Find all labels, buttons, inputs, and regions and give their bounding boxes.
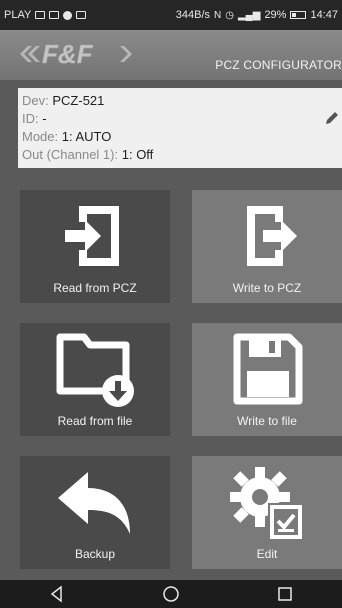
id-row: ID: - — [22, 110, 342, 128]
write-to-pcz-label: Write to PCZ — [232, 281, 302, 295]
folder-download-icon — [56, 333, 134, 407]
backup-button[interactable]: Backup — [20, 456, 170, 569]
mode-label: Mode: — [22, 129, 59, 144]
logo-text: F&F — [42, 39, 94, 69]
read-from-pcz-button[interactable]: Read from PCZ — [20, 190, 170, 303]
device-info-panel: Dev: PCZ-521 ID: - Mode: 1: AUTO Out (Ch… — [18, 88, 342, 168]
home-icon[interactable] — [162, 585, 180, 603]
output-value: 1: Off — [121, 147, 154, 162]
alarm-icon: ◷ — [225, 9, 234, 21]
floppy-disk-icon — [233, 333, 303, 405]
brand-logo: F&F — [18, 38, 138, 70]
notification-icon — [35, 11, 46, 19]
recents-icon[interactable] — [276, 585, 294, 603]
import-icon — [65, 206, 119, 266]
edit-label: Edit — [256, 547, 278, 561]
signal-icon: ▂▄▆ — [237, 9, 261, 21]
message-icon — [49, 11, 60, 19]
edit-button[interactable]: Edit — [192, 456, 342, 569]
mode-row: Mode: 1: AUTO — [22, 128, 342, 146]
settings-edit-icon — [230, 467, 302, 539]
id-value: - — [42, 111, 47, 126]
read-from-file-label: Read from file — [57, 414, 133, 428]
backup-arrow-icon — [58, 472, 130, 534]
write-to-file-label: Write to file — [237, 414, 297, 428]
battery-icon — [290, 11, 307, 19]
device-label: Dev: — [22, 93, 49, 108]
pencil-icon[interactable] — [324, 110, 340, 126]
network-speed: 344B/s — [175, 9, 210, 21]
device-row: Dev: PCZ-521 — [22, 92, 342, 110]
status-bar: PLAY 344B/s N ◷ ▂▄▆ 29% 14:47 — [0, 0, 342, 30]
gallery-icon — [76, 11, 87, 19]
output-label: Out (Channel 1): — [22, 147, 119, 162]
backup-label: Backup — [74, 547, 116, 561]
read-from-file-button[interactable]: Read from file — [20, 323, 170, 436]
export-icon — [247, 206, 297, 266]
read-from-pcz-label: Read from PCZ — [53, 281, 137, 295]
app-bar: F&F PCZ CONFIGURATOR — [0, 30, 342, 80]
mode-value: 1: AUTO — [61, 129, 112, 144]
nfc-icon: N — [214, 9, 222, 21]
system-nav-bar — [0, 580, 342, 608]
write-to-file-button[interactable]: Write to file — [192, 323, 342, 436]
id-label: ID: — [22, 111, 39, 126]
page-title: PCZ CONFIGURATOR — [215, 58, 342, 72]
battery-percent: 29% — [264, 9, 287, 21]
app-notification-icon — [63, 10, 73, 20]
clock: 14:47 — [310, 9, 338, 21]
device-value: PCZ-521 — [52, 93, 105, 108]
write-to-pcz-button[interactable]: Write to PCZ — [192, 190, 342, 303]
output-row: Out (Channel 1): 1: Off — [22, 146, 342, 164]
carrier-label: PLAY — [4, 9, 32, 21]
back-icon[interactable] — [48, 585, 66, 603]
